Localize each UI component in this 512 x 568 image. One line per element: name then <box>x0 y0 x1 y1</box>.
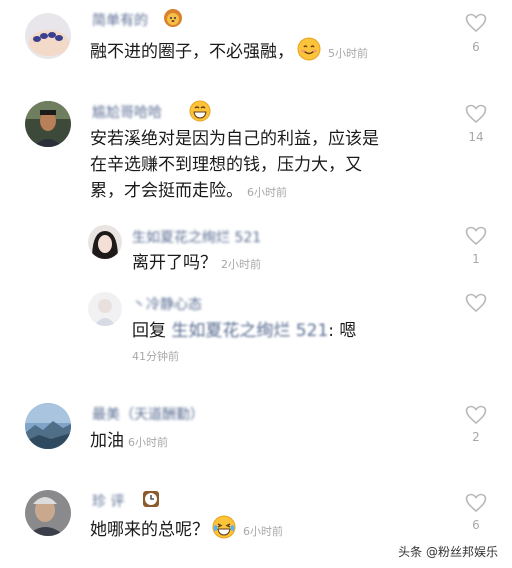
like-button[interactable] <box>465 104 487 124</box>
comment-body: 她哪来的总呢？ <box>90 520 209 540</box>
like-button[interactable] <box>465 13 487 33</box>
like-count: 1 <box>472 252 480 266</box>
username[interactable]: 尴尬哥哈哈 <box>92 102 162 122</box>
heart-outline-icon <box>465 405 487 425</box>
username[interactable]: 生如夏花之绚烂 521 <box>132 227 261 247</box>
comment-text: 融不进的圈子，不必强融， 5小时前 <box>90 37 368 69</box>
like-button[interactable] <box>465 493 487 513</box>
clock-emoji-icon <box>141 489 161 513</box>
heart-outline-icon <box>465 293 487 313</box>
like-count: 2 <box>472 430 480 444</box>
mention-link[interactable]: 生如夏花之绚烂 521 <box>171 321 328 341</box>
like-button[interactable] <box>465 405 487 425</box>
comment-line: 安若溪绝对是因为自己的利益，应该是 <box>90 129 379 149</box>
heart-outline-icon <box>465 104 487 124</box>
comment-time: 6小时前 <box>243 525 283 538</box>
comment-time: 6小时前 <box>247 186 287 199</box>
heart-outline-icon <box>465 226 487 246</box>
smile-emoji-icon <box>297 37 321 69</box>
comment-time: 5小时前 <box>328 47 368 60</box>
comment-line: 在辛选赚不到理想的钱，压力大，又 <box>90 155 362 175</box>
comment-text: 她哪来的总呢？ 6小时前 <box>90 515 283 547</box>
avatar[interactable] <box>25 13 71 59</box>
comment-time: 41分钟前 <box>132 350 179 363</box>
reply-item: 丶冷静心态 回复 生如夏花之绚烂 521: 嗯 41分钟前 <box>0 288 512 368</box>
comment-line: 累，才会挺而走险。 <box>90 181 243 201</box>
comment-time: 6小时前 <box>128 436 168 449</box>
username[interactable]: 最美（天道酬勤） <box>92 404 204 424</box>
laugh-tears-emoji-icon <box>212 515 236 547</box>
avatar[interactable] <box>88 225 122 259</box>
comment-body: 离开了吗？ <box>132 253 217 273</box>
heart-outline-icon <box>465 493 487 513</box>
comment-body: 融不进的圈子，不必强融， <box>90 42 294 62</box>
watermark: 头条 @粉丝邦娱乐 <box>398 545 498 559</box>
comment-item: 珍 评 她哪来的总呢？ 6小时前 6 <box>0 480 512 550</box>
like-count: 14 <box>468 130 484 144</box>
avatar[interactable] <box>25 101 71 147</box>
like-button[interactable] <box>465 226 487 246</box>
username[interactable]: 简单有的 <box>92 10 148 30</box>
like-button[interactable] <box>465 293 487 313</box>
comment-text: 回复 生如夏花之绚烂 521: 嗯 <box>132 318 356 344</box>
like-count: 6 <box>472 518 480 532</box>
comment-time: 2小时前 <box>221 258 261 271</box>
reply-prefix: 回复 <box>132 321 166 341</box>
username[interactable]: 丶冷静心态 <box>132 294 202 314</box>
avatar[interactable] <box>25 490 71 536</box>
comment-item: 简单有的 融不进的圈子，不必强融， 5小时前 6 <box>0 0 512 80</box>
comment-body: : 嗯 <box>328 321 357 341</box>
heart-outline-icon <box>465 13 487 33</box>
avatar[interactable] <box>25 403 71 449</box>
comment-item: 最美（天道酬勤） 加油 6小时前 2 <box>0 395 512 465</box>
comment-item: 尴尬哥哈哈 安若溪绝对是因为自己的利益，应该是 在辛选赚不到理想的钱，压力大，又… <box>0 95 512 215</box>
comment-body: 加油 <box>90 431 124 451</box>
comment-text: 离开了吗？ 2小时前 <box>132 250 261 278</box>
comment-text: 安若溪绝对是因为自己的利益，应该是 在辛选赚不到理想的钱，压力大，又 累，才会挺… <box>90 126 379 206</box>
avatar[interactable] <box>88 292 122 326</box>
like-count: 6 <box>472 40 480 54</box>
grin-emoji-icon <box>189 100 211 126</box>
lion-emoji-icon <box>163 8 183 32</box>
comment-text: 加油 6小时前 <box>90 428 168 456</box>
username[interactable]: 珍 评 <box>92 491 124 511</box>
reply-item: 生如夏花之绚烂 521 离开了吗？ 2小时前 1 <box>0 220 512 280</box>
